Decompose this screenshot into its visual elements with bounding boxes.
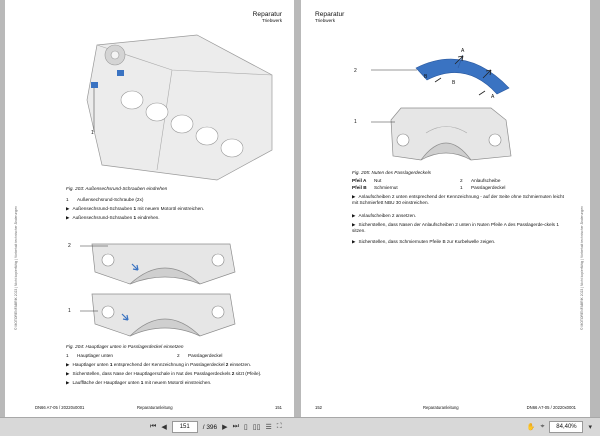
- footer-page-number: 151: [275, 405, 282, 410]
- footer-page-number: 152: [315, 405, 322, 410]
- instruction-step: ▶ Anlaufscheiben 2 ansetzen.: [352, 213, 417, 218]
- callout-B: B: [424, 74, 428, 80]
- page-header: Reparatur Triebwerk: [253, 11, 282, 24]
- zoom-level-field[interactable]: 84,40%: [549, 421, 584, 433]
- zoom-dropdown-icon[interactable]: ▾: [588, 423, 592, 431]
- instruction-step: ▶ Hauptlager unten 1 entsprechend der Ken…: [66, 362, 252, 367]
- page-number-input[interactable]: 151: [171, 421, 198, 433]
- figure-204-caption: Fig. 204: Hauptlager unten in Passlagerd…: [66, 344, 184, 349]
- footer-mid: Reparaturanleitung: [423, 405, 459, 410]
- figure-205-caption: Fig. 205: Nuten des Passlagerdeckels: [352, 170, 431, 175]
- header-subtitle: Triebwerk: [315, 17, 335, 23]
- instruction-step: ▶ Sicherstellen, dass Nasen der Anlaufsch…: [352, 222, 559, 234]
- instruction-step: ▶ Lauffläche der Hauptlager unten 1 mit n…: [66, 380, 212, 385]
- legend-item: Pfeil A Nut 2 Anlaufscheibe: [352, 178, 501, 183]
- fit-page-icon[interactable]: ⛶: [277, 423, 282, 431]
- previous-page-icon[interactable]: ◀: [161, 423, 166, 431]
- instruction-step: ▶ Sicherstellen, dass Schmiernuten Pfeile…: [352, 239, 496, 244]
- callout-2: 2: [354, 68, 357, 74]
- side-copyright: © MOTORENFABRIK 2023 | Nicht kopierfähig…: [14, 205, 18, 330]
- next-page-icon[interactable]: ▶: [222, 423, 227, 431]
- left-page: Reparatur Triebwerk © MOTORENFABRIK 2023…: [5, 0, 294, 418]
- last-page-icon[interactable]: ⏭: [233, 423, 239, 431]
- figure-203-caption: Fig. 203: Außensechsrund-Schrauben eindr…: [66, 186, 168, 191]
- callout-A: A: [491, 94, 495, 100]
- header-subtitle: Triebwerk: [262, 17, 282, 23]
- instruction-step: ▶ Außensechsrund-Schrauben 1 mit neuem Mo…: [66, 206, 205, 211]
- callout-2: 2: [68, 243, 71, 249]
- select-tool-icon[interactable]: ⌖: [541, 423, 545, 431]
- instruction-step: ▶ Außensechsrund-Schrauben 1 eindrehen.: [66, 215, 160, 220]
- legend-item: Pfeil B Schmiernut 1 Passlagerdeckel: [352, 185, 506, 190]
- callout-1: 1: [354, 119, 357, 125]
- callout-A: A: [461, 48, 465, 54]
- callout-1: 1: [68, 308, 71, 314]
- thrust-washer-illustration: [371, 54, 512, 161]
- first-page-icon[interactable]: ⏮: [150, 423, 156, 431]
- right-page: Reparatur Triebwerk © MOTORENFABRIK 2023…: [301, 0, 590, 418]
- two-page-view-icon[interactable]: ▯▯: [253, 423, 261, 431]
- page-navigation: ⏮ ◀ 151 / 396 ▶ ⏭ ▯ ▯▯ ☰ ⛶: [150, 421, 282, 433]
- continuous-view-icon[interactable]: ☰: [265, 423, 271, 431]
- hand-tool-icon[interactable]: ✋: [527, 423, 536, 431]
- legend-item: 1 Hauptlager unten 2 Passlagerdeckel: [66, 353, 223, 358]
- footer-left: DN66 A7-05 / 20220x0001: [35, 405, 85, 410]
- viewer-toolbar: ⏮ ◀ 151 / 396 ▶ ⏭ ▯ ▯▯ ☰ ⛶ ✋ ⌖ 84,40% ▾: [0, 417, 600, 436]
- instruction-step: ▶ Sicherstellen, dass Nase der Hauptlager…: [66, 371, 262, 376]
- side-copyright: © MOTORENFABRIK 2023 | Nicht kopierfähig…: [580, 205, 584, 330]
- callout-1: 1: [91, 130, 94, 136]
- zoom-controls: ✋ ⌖ 84,40% ▾: [527, 421, 592, 433]
- instruction-step: ▶ Anlaufscheiben 2 unten entsprechend der…: [352, 194, 564, 206]
- engine-block-illustration: [86, 34, 273, 181]
- single-page-view-icon[interactable]: ▯: [244, 423, 248, 431]
- footer-mid: Reparaturanleitung: [137, 405, 173, 410]
- callout-B: B: [452, 80, 456, 86]
- page-total: / 396: [202, 423, 218, 431]
- footer-right: DN66 A7-05 / 20220x0001: [526, 405, 576, 410]
- legend-item: 1 Außensechsrund-Schraube (2x): [66, 197, 144, 202]
- bearing-cap-illustration: [80, 243, 236, 337]
- page-header: Reparatur Triebwerk: [315, 11, 344, 24]
